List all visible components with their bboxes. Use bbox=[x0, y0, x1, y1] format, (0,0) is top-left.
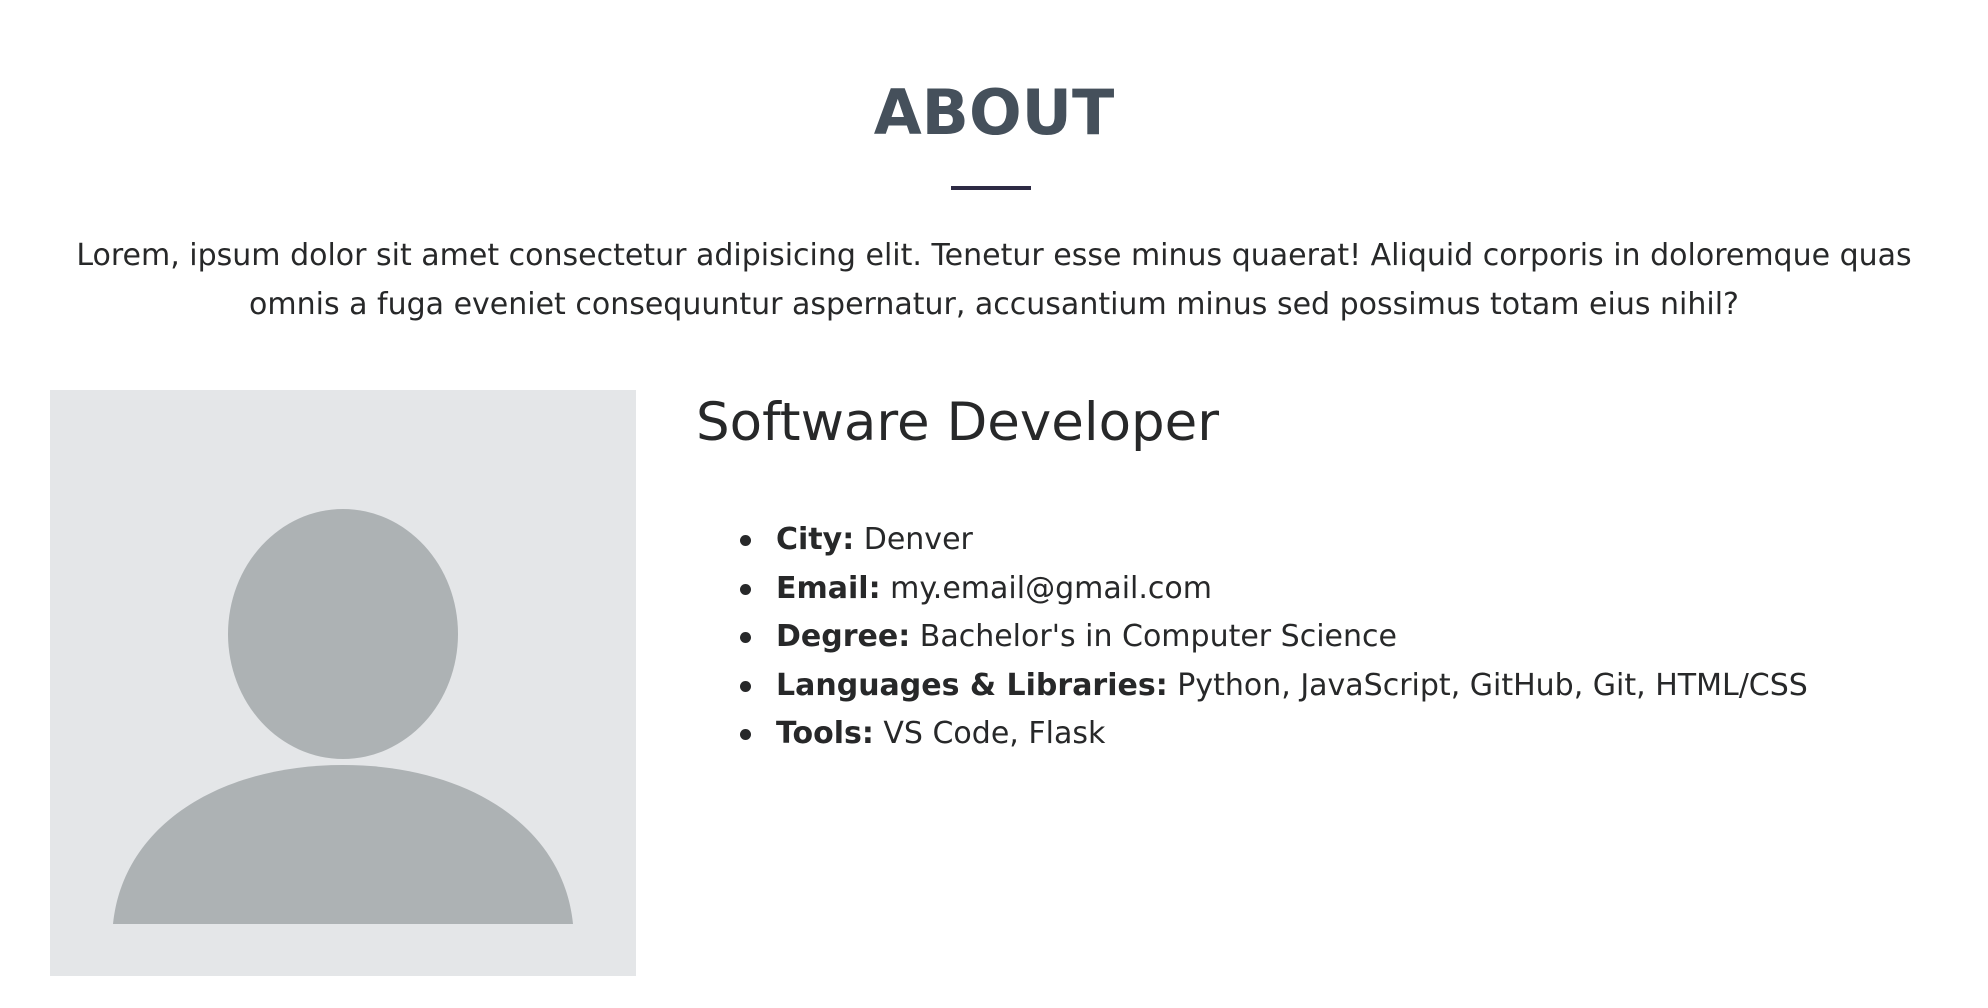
info-item-languages: Languages & Libraries: Python, JavaScrip… bbox=[720, 662, 1920, 711]
person-placeholder-icon bbox=[113, 509, 573, 924]
info-label: City: bbox=[776, 522, 855, 557]
bullet-icon bbox=[740, 583, 751, 595]
info-item-city: City: Denver bbox=[720, 516, 1920, 565]
info-value: Python, JavaScript, GitHub, Git, HTML/CS… bbox=[1167, 667, 1808, 703]
about-intro-text: Lorem, ipsum dolor sit amet consectetur … bbox=[76, 238, 1912, 322]
bullet-icon bbox=[740, 535, 751, 546]
section-title: ABOUT bbox=[873, 76, 1115, 149]
info-label: Tools: bbox=[776, 716, 874, 751]
title-underline bbox=[951, 186, 1031, 190]
info-value: Denver bbox=[854, 522, 973, 557]
info-list: City: Denver Email: my.email@gmail.com D… bbox=[720, 516, 1920, 759]
info-value: Bachelor's in Computer Science bbox=[910, 619, 1397, 654]
info-label: Degree: bbox=[776, 619, 911, 654]
info-label: Languages & Libraries: bbox=[776, 667, 1168, 703]
info-item-email: Email: my.email@gmail.com bbox=[720, 565, 1920, 614]
bullet-icon bbox=[740, 729, 751, 740]
info-label: Email: bbox=[776, 570, 881, 606]
info-item-degree: Degree: Bachelor's in Computer Science bbox=[720, 613, 1920, 662]
bullet-icon bbox=[740, 680, 751, 692]
role-title: Software Developer bbox=[696, 392, 1220, 453]
profile-details: Software Developer City: Denver Email: m… bbox=[696, 388, 1938, 751]
about-section: ABOUT Lorem, ipsum dolor sit amet consec… bbox=[0, 0, 1988, 1008]
info-item-tools: Tools: VS Code, Flask bbox=[720, 710, 1920, 759]
info-value: VS Code, Flask bbox=[873, 716, 1106, 751]
profile-photo bbox=[50, 390, 636, 976]
bullet-icon bbox=[740, 632, 751, 643]
info-value: my.email@gmail.com bbox=[880, 570, 1212, 606]
